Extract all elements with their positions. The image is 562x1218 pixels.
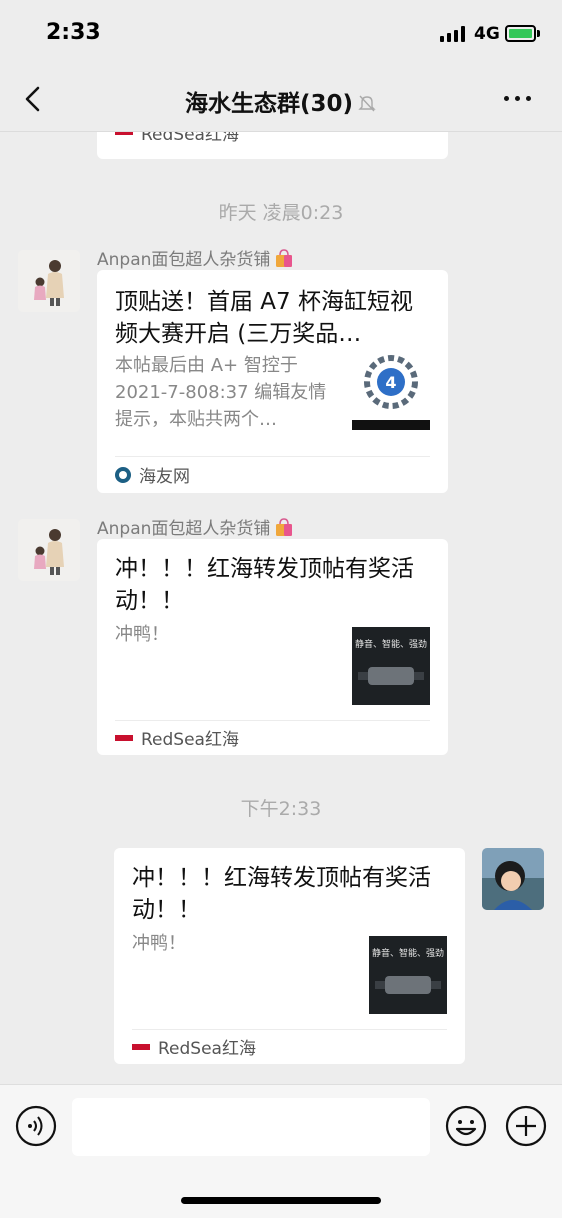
- card-source: RedSea红海: [115, 720, 239, 755]
- card-source-label: RedSea红海: [141, 730, 239, 750]
- status-time: 2:33: [46, 20, 101, 45]
- own-avatar[interactable]: [482, 848, 544, 910]
- sender-name-text: Anpan面包超人杂货铺: [97, 250, 271, 270]
- network-label: 4G: [474, 24, 500, 44]
- sender-name: Anpan面包超人杂货铺: [97, 514, 294, 539]
- sender-name-text: Anpan面包超人杂货铺: [97, 519, 271, 539]
- avatar-image: [18, 250, 80, 312]
- timestamp: 下午2:33: [240, 798, 322, 820]
- card-source: RedSea红海: [132, 1029, 256, 1064]
- card-source: 海友网: [115, 456, 190, 493]
- haiyou-logo-icon: [115, 466, 131, 483]
- thumb-caption: 静音、智能、强劲: [372, 947, 444, 959]
- bag-icon: [276, 249, 293, 267]
- thumb-caption: 静音、智能、强劲: [355, 638, 427, 650]
- bag-icon: [276, 518, 293, 536]
- svg-text:4: 4: [385, 373, 396, 392]
- status-bar: 2:33 4G: [0, 0, 562, 66]
- battery-icon: [505, 25, 536, 42]
- card-thumbnail: 4: [352, 352, 430, 430]
- mute-icon: [358, 95, 376, 112]
- card-desc: 冲鸭！: [115, 624, 169, 645]
- card-title: 冲！！！红海转发顶帖有奖活动！！: [132, 865, 431, 923]
- signal-icon: [440, 26, 465, 42]
- link-card[interactable]: 冲！！！红海转发顶帖有奖活动！！ 冲鸭！ 静音、智能、强劲 RedSea红海: [97, 539, 448, 755]
- redsea-logo-icon: [132, 1043, 150, 1050]
- avatar[interactable]: [18, 250, 80, 312]
- card-source: RedSea红海: [115, 132, 239, 152]
- card-desc: 本帖最后由 A+ 智控于 2021-7-808:37 编辑友情提示，本贴共两个…: [115, 355, 327, 430]
- message-card[interactable]: RedSea红海: [97, 132, 448, 159]
- timestamp: 昨天 凌晨0:23: [218, 202, 344, 224]
- card-desc: 冲鸭！: [132, 933, 186, 954]
- avatar-image: [18, 519, 80, 581]
- more-icon[interactable]: [504, 96, 531, 101]
- card-title: 顶贴送！首届 A7 杯海缸短视频大赛开启 (三万奖品…: [115, 289, 413, 347]
- avatar[interactable]: [18, 519, 80, 581]
- voice-icon[interactable]: [15, 1105, 57, 1147]
- chat-title[interactable]: 海水生态群(30): [0, 84, 562, 118]
- avatar-image: [482, 848, 544, 910]
- card-thumbnail: 静音、智能、强劲: [369, 936, 447, 1014]
- sender-name: Anpan面包超人杂货铺: [97, 245, 294, 270]
- emoji-icon[interactable]: [445, 1105, 487, 1147]
- plus-icon[interactable]: [505, 1105, 547, 1147]
- link-card[interactable]: 冲！！！红海转发顶帖有奖活动！！ 冲鸭！ 静音、智能、强劲 RedSea红海: [114, 848, 465, 1064]
- card-source-label: RedSea红海: [158, 1039, 256, 1059]
- redsea-logo-icon: [115, 132, 133, 135]
- nav-bar: 海水生态群(30): [0, 66, 562, 132]
- card-title: 冲！！！红海转发顶帖有奖活动！！: [115, 556, 414, 614]
- chat-title-text: 海水生态群(30): [184, 91, 354, 117]
- message-input[interactable]: [72, 1098, 430, 1156]
- card-source-label: RedSea红海: [141, 132, 239, 145]
- chat-area[interactable]: RedSea红海 昨天 凌晨0:23 Anpan面包超人杂货铺 顶贴送！首届 A…: [0, 132, 562, 1084]
- redsea-logo-icon: [115, 734, 133, 741]
- card-thumbnail: 静音、智能、强劲: [352, 627, 430, 705]
- battery-cap: [537, 30, 540, 37]
- link-card[interactable]: 顶贴送！首届 A7 杯海缸短视频大赛开启 (三万奖品… 本帖最后由 A+ 智控于…: [97, 270, 448, 493]
- home-indicator[interactable]: [181, 1197, 381, 1204]
- card-source-label: 海友网: [139, 467, 190, 487]
